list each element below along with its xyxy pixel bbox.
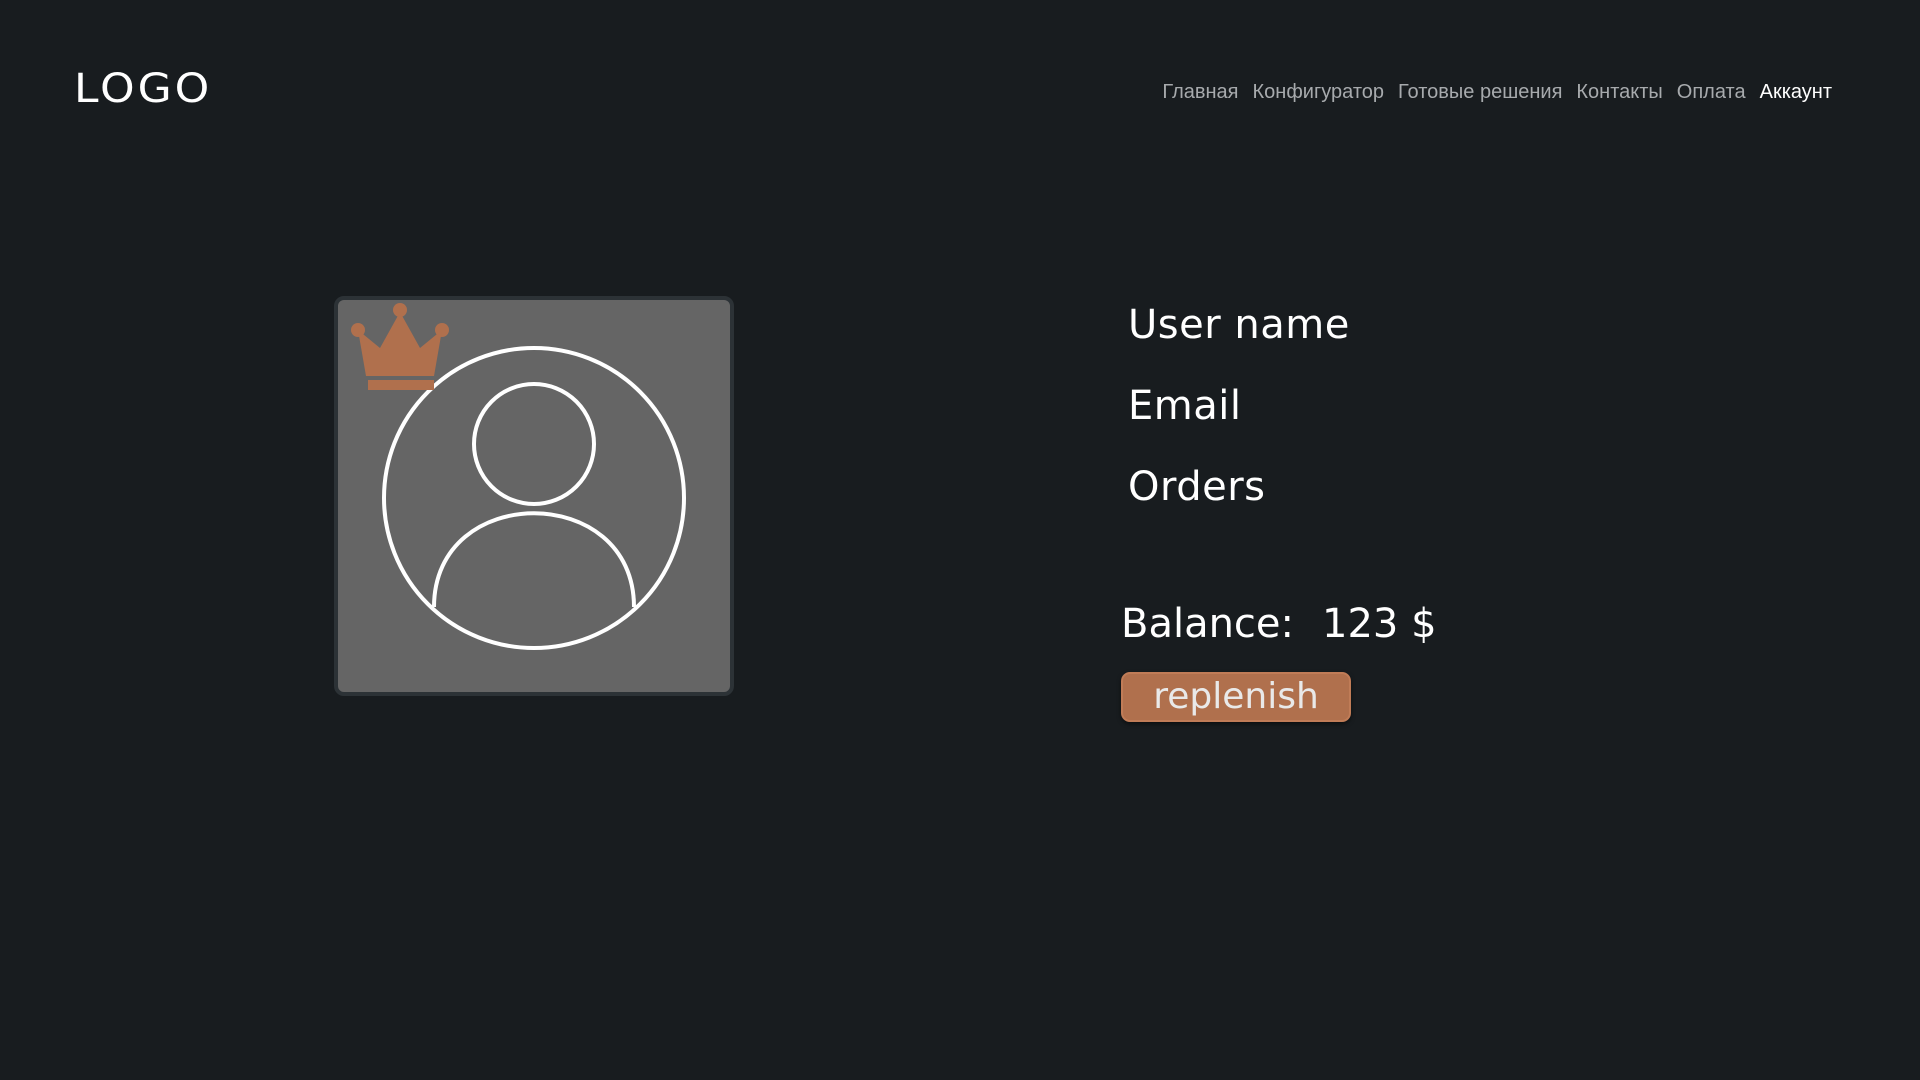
nav-contacts[interactable]: Контакты: [1576, 80, 1662, 104]
balance-row: Balance: 123 $: [1121, 601, 1437, 647]
replenish-button[interactable]: replenish: [1121, 672, 1351, 722]
nav-ready-solutions[interactable]: Готовые решения: [1398, 80, 1562, 104]
orders-link[interactable]: Orders: [1128, 464, 1266, 510]
nav-home[interactable]: Главная: [1162, 80, 1238, 104]
main-nav: Главная Конфигуратор Готовые решения Кон…: [1162, 80, 1832, 104]
nav-payment[interactable]: Оплата: [1677, 80, 1746, 104]
logo[interactable]: LOGO: [74, 66, 212, 112]
balance-value: 123 $: [1322, 601, 1437, 647]
username-label: User name: [1128, 302, 1350, 348]
nav-account[interactable]: Аккаунт: [1760, 80, 1832, 104]
email-label: Email: [1128, 383, 1242, 429]
balance-label: Balance:: [1121, 601, 1295, 647]
crown-icon: [351, 303, 449, 390]
nav-configurator[interactable]: Конфигуратор: [1253, 80, 1385, 104]
avatar-card: [334, 296, 734, 696]
